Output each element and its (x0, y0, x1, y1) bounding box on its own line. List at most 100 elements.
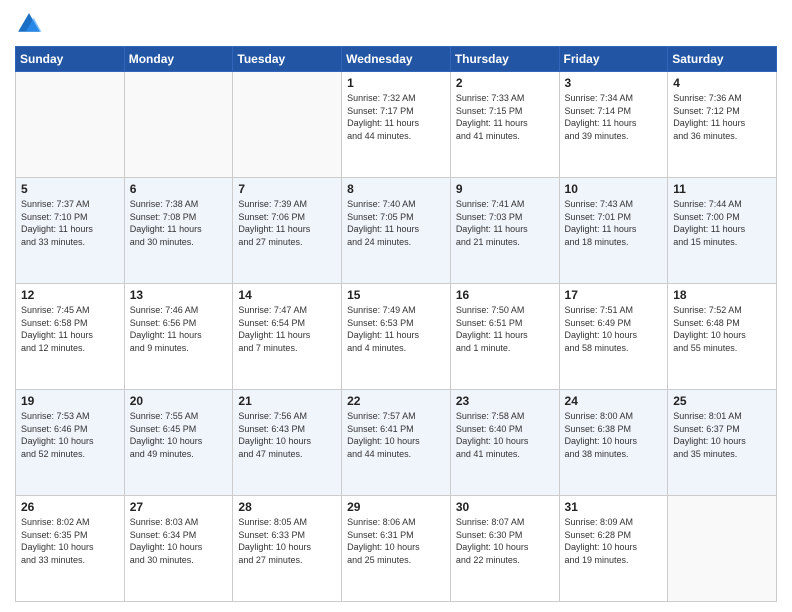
day-info: Sunrise: 8:06 AM Sunset: 6:31 PM Dayligh… (347, 516, 445, 566)
day-info: Sunrise: 7:37 AM Sunset: 7:10 PM Dayligh… (21, 198, 119, 248)
day-number: 14 (238, 288, 336, 302)
weekday-header: Sunday (16, 47, 125, 72)
day-info: Sunrise: 8:03 AM Sunset: 6:34 PM Dayligh… (130, 516, 228, 566)
day-info: Sunrise: 7:41 AM Sunset: 7:03 PM Dayligh… (456, 198, 554, 248)
day-number: 29 (347, 500, 445, 514)
calendar-cell: 28 Sunrise: 8:05 AM Sunset: 6:33 PM Dayli… (233, 496, 342, 602)
day-info: Sunrise: 7:32 AM Sunset: 7:17 PM Dayligh… (347, 92, 445, 142)
day-number: 27 (130, 500, 228, 514)
day-number: 15 (347, 288, 445, 302)
day-number: 8 (347, 182, 445, 196)
calendar-cell: 29 Sunrise: 8:06 AM Sunset: 6:31 PM Dayli… (342, 496, 451, 602)
calendar-week-row: 19Sunrise: 7:53 AM Sunset: 6:46 PM Dayli… (16, 390, 777, 496)
day-number: 18 (673, 288, 771, 302)
day-info: Sunrise: 8:05 AM Sunset: 6:33 PM Dayligh… (238, 516, 336, 566)
day-number: 30 (456, 500, 554, 514)
calendar-cell: 23 Sunrise: 7:58 AM Sunset: 6:40 PM Dayli… (450, 390, 559, 496)
calendar-cell (233, 72, 342, 178)
day-number: 26 (21, 500, 119, 514)
calendar-cell: 24 Sunrise: 8:00 AM Sunset: 6:38 PM Dayli… (559, 390, 668, 496)
day-info: Sunrise: 7:56 AM Sunset: 6:43 PM Dayligh… (238, 410, 336, 460)
calendar: SundayMondayTuesdayWednesdayThursdayFrid… (15, 46, 777, 602)
day-number: 25 (673, 394, 771, 408)
calendar-cell: 1 Sunrise: 7:32 AM Sunset: 7:17 PM Daylig… (342, 72, 451, 178)
calendar-cell (16, 72, 125, 178)
day-number: 7 (238, 182, 336, 196)
calendar-cell: 21Sunrise: 7:56 AM Sunset: 6:43 PM Dayli… (233, 390, 342, 496)
calendar-week-row: 1 Sunrise: 7:32 AM Sunset: 7:17 PM Daylig… (16, 72, 777, 178)
day-number: 24 (565, 394, 663, 408)
calendar-week-row: 26 Sunrise: 8:02 AM Sunset: 6:35 PM Dayli… (16, 496, 777, 602)
page: SundayMondayTuesdayWednesdayThursdayFrid… (0, 0, 792, 612)
calendar-cell: 19Sunrise: 7:53 AM Sunset: 6:46 PM Dayli… (16, 390, 125, 496)
day-number: 19 (21, 394, 119, 408)
calendar-cell: 9 Sunrise: 7:41 AM Sunset: 7:03 PM Daylig… (450, 178, 559, 284)
weekday-header: Tuesday (233, 47, 342, 72)
header (15, 10, 777, 38)
calendar-cell: 5 Sunrise: 7:37 AM Sunset: 7:10 PM Daylig… (16, 178, 125, 284)
day-number: 13 (130, 288, 228, 302)
calendar-cell: 20 Sunrise: 7:55 AM Sunset: 6:45 PM Dayli… (124, 390, 233, 496)
calendar-cell: 25 Sunrise: 8:01 AM Sunset: 6:37 PM Dayli… (668, 390, 777, 496)
calendar-cell: 15 Sunrise: 7:49 AM Sunset: 6:53 PM Dayli… (342, 284, 451, 390)
calendar-header: SundayMondayTuesdayWednesdayThursdayFrid… (16, 47, 777, 72)
calendar-cell: 22 Sunrise: 7:57 AM Sunset: 6:41 PM Dayli… (342, 390, 451, 496)
calendar-cell: 10Sunrise: 7:43 AM Sunset: 7:01 PM Dayli… (559, 178, 668, 284)
day-number: 16 (456, 288, 554, 302)
calendar-cell: 2 Sunrise: 7:33 AM Sunset: 7:15 PM Daylig… (450, 72, 559, 178)
day-number: 12 (21, 288, 119, 302)
calendar-cell: 6Sunrise: 7:38 AM Sunset: 7:08 PM Daylig… (124, 178, 233, 284)
day-info: Sunrise: 7:51 AM Sunset: 6:49 PM Dayligh… (565, 304, 663, 354)
calendar-cell: 16 Sunrise: 7:50 AM Sunset: 6:51 PM Dayli… (450, 284, 559, 390)
day-info: Sunrise: 7:44 AM Sunset: 7:00 PM Dayligh… (673, 198, 771, 248)
calendar-cell: 4Sunrise: 7:36 AM Sunset: 7:12 PM Daylig… (668, 72, 777, 178)
calendar-cell: 14 Sunrise: 7:47 AM Sunset: 6:54 PM Dayli… (233, 284, 342, 390)
day-number: 5 (21, 182, 119, 196)
day-number: 22 (347, 394, 445, 408)
calendar-cell: 31 Sunrise: 8:09 AM Sunset: 6:28 PM Dayli… (559, 496, 668, 602)
calendar-week-row: 12Sunrise: 7:45 AM Sunset: 6:58 PM Dayli… (16, 284, 777, 390)
logo (15, 10, 47, 38)
day-info: Sunrise: 7:52 AM Sunset: 6:48 PM Dayligh… (673, 304, 771, 354)
calendar-cell: 11 Sunrise: 7:44 AM Sunset: 7:00 PM Dayli… (668, 178, 777, 284)
calendar-cell: 30Sunrise: 8:07 AM Sunset: 6:30 PM Dayli… (450, 496, 559, 602)
calendar-cell (668, 496, 777, 602)
weekday-header: Friday (559, 47, 668, 72)
header-row: SundayMondayTuesdayWednesdayThursdayFrid… (16, 47, 777, 72)
day-number: 28 (238, 500, 336, 514)
calendar-week-row: 5 Sunrise: 7:37 AM Sunset: 7:10 PM Daylig… (16, 178, 777, 284)
day-number: 1 (347, 76, 445, 90)
day-number: 9 (456, 182, 554, 196)
calendar-body: 1 Sunrise: 7:32 AM Sunset: 7:17 PM Daylig… (16, 72, 777, 602)
calendar-cell: 3Sunrise: 7:34 AM Sunset: 7:14 PM Daylig… (559, 72, 668, 178)
day-number: 20 (130, 394, 228, 408)
day-info: Sunrise: 7:38 AM Sunset: 7:08 PM Dayligh… (130, 198, 228, 248)
day-info: Sunrise: 7:58 AM Sunset: 6:40 PM Dayligh… (456, 410, 554, 460)
day-info: Sunrise: 7:33 AM Sunset: 7:15 PM Dayligh… (456, 92, 554, 142)
day-info: Sunrise: 8:01 AM Sunset: 6:37 PM Dayligh… (673, 410, 771, 460)
calendar-cell: 17Sunrise: 7:51 AM Sunset: 6:49 PM Dayli… (559, 284, 668, 390)
calendar-cell: 26 Sunrise: 8:02 AM Sunset: 6:35 PM Dayli… (16, 496, 125, 602)
weekday-header: Wednesday (342, 47, 451, 72)
day-number: 2 (456, 76, 554, 90)
day-number: 11 (673, 182, 771, 196)
day-info: Sunrise: 8:02 AM Sunset: 6:35 PM Dayligh… (21, 516, 119, 566)
day-info: Sunrise: 7:57 AM Sunset: 6:41 PM Dayligh… (347, 410, 445, 460)
weekday-header: Saturday (668, 47, 777, 72)
weekday-header: Monday (124, 47, 233, 72)
day-info: Sunrise: 8:00 AM Sunset: 6:38 PM Dayligh… (565, 410, 663, 460)
day-info: Sunrise: 8:09 AM Sunset: 6:28 PM Dayligh… (565, 516, 663, 566)
calendar-cell: 12Sunrise: 7:45 AM Sunset: 6:58 PM Dayli… (16, 284, 125, 390)
day-info: Sunrise: 7:36 AM Sunset: 7:12 PM Dayligh… (673, 92, 771, 142)
day-info: Sunrise: 7:47 AM Sunset: 6:54 PM Dayligh… (238, 304, 336, 354)
day-number: 31 (565, 500, 663, 514)
day-info: Sunrise: 7:49 AM Sunset: 6:53 PM Dayligh… (347, 304, 445, 354)
day-info: Sunrise: 7:50 AM Sunset: 6:51 PM Dayligh… (456, 304, 554, 354)
calendar-cell: 7Sunrise: 7:39 AM Sunset: 7:06 PM Daylig… (233, 178, 342, 284)
calendar-cell: 18 Sunrise: 7:52 AM Sunset: 6:48 PM Dayli… (668, 284, 777, 390)
day-info: Sunrise: 7:46 AM Sunset: 6:56 PM Dayligh… (130, 304, 228, 354)
day-number: 3 (565, 76, 663, 90)
day-info: Sunrise: 7:55 AM Sunset: 6:45 PM Dayligh… (130, 410, 228, 460)
logo-icon (15, 10, 43, 38)
day-number: 23 (456, 394, 554, 408)
